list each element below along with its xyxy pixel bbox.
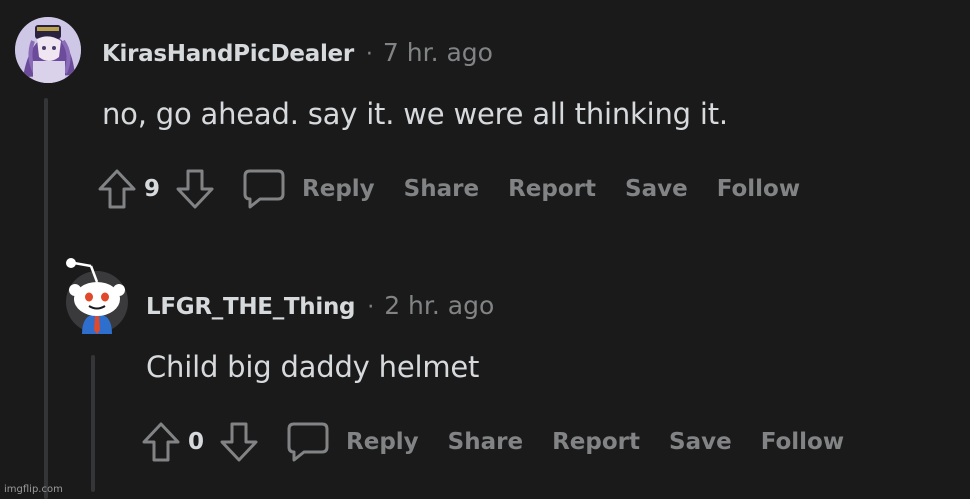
comment-actions: 9 Reply Share Report Save Follow [96, 167, 829, 211]
vote-score: 9 [144, 176, 161, 202]
separator-dot: · [365, 42, 373, 67]
avatar[interactable] [60, 250, 130, 336]
downvote-icon[interactable] [218, 420, 260, 464]
vote-score: 0 [188, 429, 205, 455]
share-button[interactable]: Share [404, 176, 479, 202]
comment-icon[interactable] [242, 168, 286, 210]
thread-line-root[interactable] [44, 98, 48, 499]
upvote-icon[interactable] [140, 420, 182, 464]
reply-button[interactable]: Reply [346, 429, 419, 455]
avatar[interactable] [15, 17, 81, 83]
report-button[interactable]: Report [508, 176, 596, 202]
save-button[interactable]: Save [625, 176, 688, 202]
comment-body: Child big daddy helmet [146, 350, 480, 384]
avatar-image [15, 17, 81, 83]
downvote-icon[interactable] [174, 167, 216, 211]
follow-button[interactable]: Follow [761, 429, 844, 455]
comment-meta: LFGR_THE_Thing · 2 hr. ago [146, 291, 494, 320]
reply-button[interactable]: Reply [302, 176, 375, 202]
upvote-icon[interactable] [96, 167, 138, 211]
separator-dot: · [367, 295, 375, 320]
timestamp[interactable]: 2 hr. ago [384, 291, 494, 320]
report-button[interactable]: Report [552, 429, 640, 455]
thread-line-reply[interactable] [91, 355, 95, 492]
save-button[interactable]: Save [669, 429, 732, 455]
watermark: imgflip.com [4, 484, 63, 495]
follow-button[interactable]: Follow [717, 176, 800, 202]
timestamp[interactable]: 7 hr. ago [383, 38, 493, 67]
username[interactable]: LFGR_THE_Thing [146, 294, 356, 320]
comment-actions: 0 Reply Share Report Save Follow [140, 420, 873, 464]
comment-meta: KirasHandPicDealer · 7 hr. ago [102, 38, 493, 67]
username[interactable]: KirasHandPicDealer [102, 41, 354, 67]
comment-body: no, go ahead. say it. we were all thinki… [102, 97, 728, 131]
comment-icon[interactable] [286, 421, 330, 463]
snoo-avatar-icon [66, 258, 128, 334]
share-button[interactable]: Share [448, 429, 523, 455]
